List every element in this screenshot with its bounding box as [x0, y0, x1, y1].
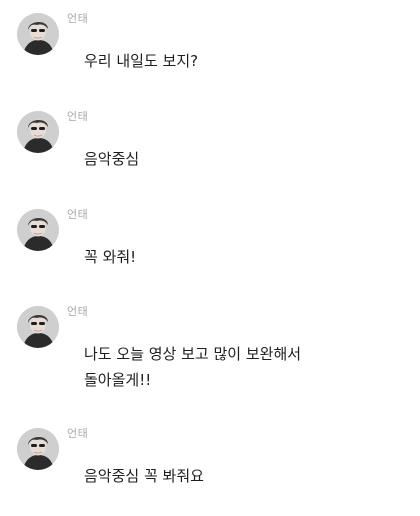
- profile-photo-icon: [17, 111, 59, 153]
- message-text: 나도 오늘 영상 보고 많이 보완해서: [84, 345, 302, 363]
- profile-photo-icon: [17, 306, 59, 348]
- sender-name: 언태: [67, 110, 89, 123]
- avatar[interactable]: [17, 428, 59, 470]
- message-text: 우리 내일도 보지?: [84, 52, 199, 70]
- sender-name: 언태: [67, 12, 89, 25]
- avatar[interactable]: [17, 306, 59, 348]
- message-text: 꼭 와줘!: [84, 248, 137, 266]
- avatar[interactable]: [17, 111, 59, 153]
- avatar[interactable]: [17, 13, 59, 55]
- profile-photo-icon: [17, 209, 59, 251]
- sender-name: 언태: [67, 208, 89, 221]
- profile-photo-icon: [17, 428, 59, 470]
- message-text: 음악중심: [84, 150, 140, 168]
- sender-name: 언태: [67, 427, 89, 440]
- message-text-line-2: 돌아올게!!: [84, 371, 152, 389]
- sender-name: 언태: [67, 305, 89, 318]
- profile-photo-icon: [17, 13, 59, 55]
- chat-thread: 언태 우리 내일도 보지? 언태 음악중심 언태 꼭 와줘! 언태 나도 오늘 …: [0, 0, 420, 516]
- message-text: 음악중심 꼭 봐줘요: [84, 467, 204, 485]
- avatar[interactable]: [17, 209, 59, 251]
